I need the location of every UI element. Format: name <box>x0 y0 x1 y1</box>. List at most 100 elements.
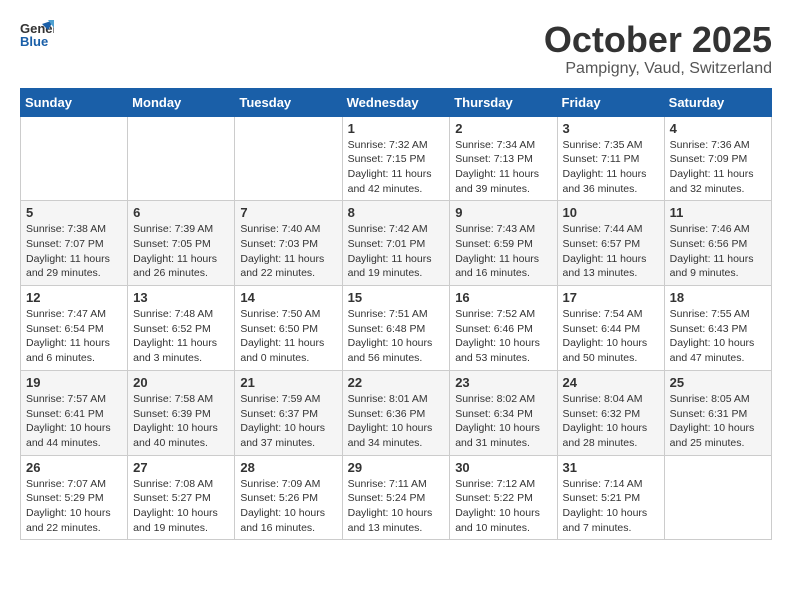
day-info: Sunrise: 7:40 AM Sunset: 7:03 PM Dayligh… <box>240 222 336 281</box>
day-number: 11 <box>670 205 766 220</box>
calendar-cell <box>21 116 128 201</box>
day-info: Sunrise: 8:04 AM Sunset: 6:32 PM Dayligh… <box>563 392 659 451</box>
day-number: 19 <box>26 375 122 390</box>
day-info: Sunrise: 7:09 AM Sunset: 5:26 PM Dayligh… <box>240 477 336 536</box>
day-number: 2 <box>455 121 551 136</box>
day-info: Sunrise: 7:11 AM Sunset: 5:24 PM Dayligh… <box>348 477 445 536</box>
day-info: Sunrise: 7:08 AM Sunset: 5:27 PM Dayligh… <box>133 477 229 536</box>
day-info: Sunrise: 8:02 AM Sunset: 6:34 PM Dayligh… <box>455 392 551 451</box>
calendar-cell: 14Sunrise: 7:50 AM Sunset: 6:50 PM Dayli… <box>235 286 342 371</box>
calendar-cell: 30 Sunrise: 7:12 AM Sunset: 5:22 PM Dayli… <box>450 455 557 540</box>
calendar-cell: 6 Sunrise: 7:39 AM Sunset: 7:05 PM Daylig… <box>128 201 235 286</box>
day-number: 21 <box>240 375 336 390</box>
calendar-cell: 16Sunrise: 7:52 AM Sunset: 6:46 PM Dayli… <box>450 286 557 371</box>
calendar-cell: 17Sunrise: 7:54 AM Sunset: 6:44 PM Dayli… <box>557 286 664 371</box>
day-number: 20 <box>133 375 229 390</box>
day-info: Sunrise: 7:57 AM Sunset: 6:41 PM Dayligh… <box>26 392 122 451</box>
week-row-2: 5 Sunrise: 7:38 AM Sunset: 7:07 PM Daylig… <box>21 201 772 286</box>
day-info: Sunrise: 7:12 AM Sunset: 5:22 PM Dayligh… <box>455 477 551 536</box>
day-number: 13 <box>133 290 229 305</box>
day-info: Sunrise: 7:54 AM Sunset: 6:44 PM Dayligh… <box>563 307 659 366</box>
calendar-cell: 5 Sunrise: 7:38 AM Sunset: 7:07 PM Daylig… <box>21 201 128 286</box>
weekday-header-wednesday: Wednesday <box>342 88 450 116</box>
day-info: Sunrise: 7:34 AM Sunset: 7:13 PM Dayligh… <box>455 138 551 197</box>
calendar-cell: 24 Sunrise: 8:04 AM Sunset: 6:32 PM Dayli… <box>557 370 664 455</box>
day-info: Sunrise: 7:50 AM Sunset: 6:50 PM Dayligh… <box>240 307 336 366</box>
day-number: 12 <box>26 290 122 305</box>
calendar-cell: 7 Sunrise: 7:40 AM Sunset: 7:03 PM Daylig… <box>235 201 342 286</box>
week-row-3: 12Sunrise: 7:47 AM Sunset: 6:54 PM Dayli… <box>21 286 772 371</box>
weekday-header-sunday: Sunday <box>21 88 128 116</box>
day-info: Sunrise: 7:43 AM Sunset: 6:59 PM Dayligh… <box>455 222 551 281</box>
weekday-header-tuesday: Tuesday <box>235 88 342 116</box>
day-number: 15 <box>348 290 445 305</box>
calendar-cell <box>664 455 771 540</box>
calendar-table: SundayMondayTuesdayWednesdayThursdayFrid… <box>20 88 772 541</box>
logo-icon: General Blue <box>20 20 54 48</box>
calendar-cell: 11Sunrise: 7:46 AM Sunset: 6:56 PM Dayli… <box>664 201 771 286</box>
day-info: Sunrise: 7:44 AM Sunset: 6:57 PM Dayligh… <box>563 222 659 281</box>
calendar-cell: 31 Sunrise: 7:14 AM Sunset: 5:21 PM Dayli… <box>557 455 664 540</box>
day-info: Sunrise: 7:59 AM Sunset: 6:37 PM Dayligh… <box>240 392 336 451</box>
calendar-cell: 26Sunrise: 7:07 AM Sunset: 5:29 PM Dayli… <box>21 455 128 540</box>
calendar-cell: 27 Sunrise: 7:08 AM Sunset: 5:27 PM Dayli… <box>128 455 235 540</box>
day-info: Sunrise: 7:42 AM Sunset: 7:01 PM Dayligh… <box>348 222 445 281</box>
day-number: 1 <box>348 121 445 136</box>
calendar-cell: 18Sunrise: 7:55 AM Sunset: 6:43 PM Dayli… <box>664 286 771 371</box>
calendar-cell: 20 Sunrise: 7:58 AM Sunset: 6:39 PM Dayli… <box>128 370 235 455</box>
svg-text:Blue: Blue <box>20 34 48 48</box>
day-number: 24 <box>563 375 659 390</box>
day-info: Sunrise: 7:35 AM Sunset: 7:11 PM Dayligh… <box>563 138 659 197</box>
calendar-cell: 23 Sunrise: 8:02 AM Sunset: 6:34 PM Dayli… <box>450 370 557 455</box>
day-number: 4 <box>670 121 766 136</box>
day-info: Sunrise: 7:55 AM Sunset: 6:43 PM Dayligh… <box>670 307 766 366</box>
calendar-cell: 10 Sunrise: 7:44 AM Sunset: 6:57 PM Dayli… <box>557 201 664 286</box>
calendar-cell: 9 Sunrise: 7:43 AM Sunset: 6:59 PM Daylig… <box>450 201 557 286</box>
day-number: 28 <box>240 460 336 475</box>
calendar-cell: 3 Sunrise: 7:35 AM Sunset: 7:11 PM Daylig… <box>557 116 664 201</box>
calendar-cell: 25Sunrise: 8:05 AM Sunset: 6:31 PM Dayli… <box>664 370 771 455</box>
calendar-cell <box>128 116 235 201</box>
day-number: 10 <box>563 205 659 220</box>
calendar-cell <box>235 116 342 201</box>
logo: General Blue <box>20 20 54 48</box>
day-number: 25 <box>670 375 766 390</box>
day-number: 27 <box>133 460 229 475</box>
day-info: Sunrise: 7:38 AM Sunset: 7:07 PM Dayligh… <box>26 222 122 281</box>
calendar-cell: 12Sunrise: 7:47 AM Sunset: 6:54 PM Dayli… <box>21 286 128 371</box>
day-number: 3 <box>563 121 659 136</box>
calendar-cell: 22Sunrise: 8:01 AM Sunset: 6:36 PM Dayli… <box>342 370 450 455</box>
day-number: 9 <box>455 205 551 220</box>
calendar-cell: 15 Sunrise: 7:51 AM Sunset: 6:48 PM Dayli… <box>342 286 450 371</box>
day-info: Sunrise: 8:01 AM Sunset: 6:36 PM Dayligh… <box>348 392 445 451</box>
calendar-cell: 28 Sunrise: 7:09 AM Sunset: 5:26 PM Dayli… <box>235 455 342 540</box>
day-info: Sunrise: 7:07 AM Sunset: 5:29 PM Dayligh… <box>26 477 122 536</box>
day-number: 31 <box>563 460 659 475</box>
calendar-cell: 21 Sunrise: 7:59 AM Sunset: 6:37 PM Dayli… <box>235 370 342 455</box>
day-info: Sunrise: 7:14 AM Sunset: 5:21 PM Dayligh… <box>563 477 659 536</box>
day-number: 29 <box>348 460 445 475</box>
day-info: Sunrise: 7:39 AM Sunset: 7:05 PM Dayligh… <box>133 222 229 281</box>
weekday-header-row: SundayMondayTuesdayWednesdayThursdayFrid… <box>21 88 772 116</box>
day-info: Sunrise: 7:48 AM Sunset: 6:52 PM Dayligh… <box>133 307 229 366</box>
calendar-cell: 13 Sunrise: 7:48 AM Sunset: 6:52 PM Dayli… <box>128 286 235 371</box>
calendar-cell: 29 Sunrise: 7:11 AM Sunset: 5:24 PM Dayli… <box>342 455 450 540</box>
week-row-4: 19 Sunrise: 7:57 AM Sunset: 6:41 PM Dayli… <box>21 370 772 455</box>
day-info: Sunrise: 7:58 AM Sunset: 6:39 PM Dayligh… <box>133 392 229 451</box>
day-number: 23 <box>455 375 551 390</box>
day-number: 5 <box>26 205 122 220</box>
day-info: Sunrise: 7:51 AM Sunset: 6:48 PM Dayligh… <box>348 307 445 366</box>
weekday-header-saturday: Saturday <box>664 88 771 116</box>
calendar-cell: 4Sunrise: 7:36 AM Sunset: 7:09 PM Daylig… <box>664 116 771 201</box>
weekday-header-monday: Monday <box>128 88 235 116</box>
day-number: 7 <box>240 205 336 220</box>
calendar-cell: 19 Sunrise: 7:57 AM Sunset: 6:41 PM Dayli… <box>21 370 128 455</box>
weekday-header-thursday: Thursday <box>450 88 557 116</box>
day-number: 6 <box>133 205 229 220</box>
day-info: Sunrise: 7:52 AM Sunset: 6:46 PM Dayligh… <box>455 307 551 366</box>
page-header: General Blue October 2025 Pampigny, Vaud… <box>20 20 772 78</box>
day-number: 30 <box>455 460 551 475</box>
month-title: October 2025 <box>544 20 772 60</box>
day-number: 8 <box>348 205 445 220</box>
calendar-cell: 8 Sunrise: 7:42 AM Sunset: 7:01 PM Daylig… <box>342 201 450 286</box>
